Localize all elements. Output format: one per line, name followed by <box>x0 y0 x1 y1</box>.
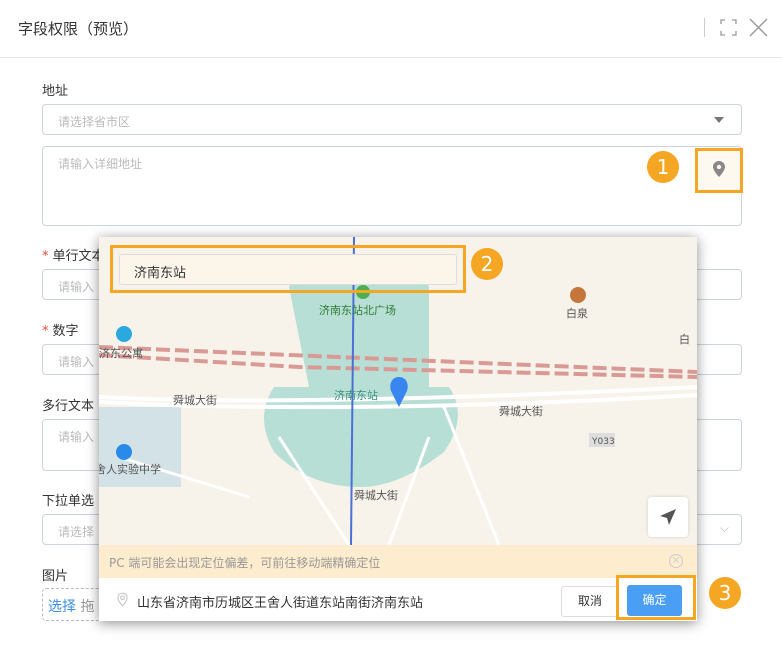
region-placeholder: 请选择省市区 <box>58 115 131 129</box>
region-select[interactable]: 请选择省市区 <box>42 104 742 135</box>
step-badge-3: 3 <box>709 577 741 609</box>
confirm-highlight: 确定 <box>616 575 696 620</box>
navigation-arrow-icon <box>660 509 676 525</box>
location-icon <box>117 592 128 607</box>
detail-placeholder: 请输入详细地址 <box>58 157 143 171</box>
map-label-street: 舜城大街 <box>354 488 398 502</box>
single-text-label: * 单行文本 <box>42 249 105 264</box>
divider <box>704 18 705 37</box>
cancel-button[interactable]: 取消 <box>561 586 619 617</box>
address-label: 地址 <box>42 84 69 99</box>
dialog-header: 字段权限（预览） <box>0 0 782 58</box>
map-label-baiquan: 白泉 <box>566 306 588 320</box>
image-select-link[interactable]: 选择 <box>48 599 76 615</box>
step-badge-1: 1 <box>647 151 679 183</box>
detail-address-textarea[interactable]: 请输入详细地址 <box>42 146 742 226</box>
map-label-road-code: Y033 <box>591 437 615 447</box>
caret-down-icon <box>714 117 724 123</box>
map-label-station: 济南东站 <box>334 388 378 402</box>
locate-me-button[interactable] <box>648 497 688 537</box>
map-picker-popup: 济南东站北广场 白泉 白 济东公寓 济南东站 舜城大街 舜城大街 舜城大街 Y0… <box>99 237 697 621</box>
map-label-north-plaza: 济南东站北广场 <box>319 303 396 317</box>
number-label: * 数字 <box>42 324 79 339</box>
popup-footer: 山东省济南市历城区王舍人街道东站南街济南东站 取消 <box>99 578 697 621</box>
map-pin-icon <box>713 161 725 177</box>
image-label: 图片 <box>42 569 69 584</box>
close-icon[interactable] <box>749 18 768 37</box>
chevron-down-icon: ⌵ <box>719 521 729 535</box>
dialog-title: 字段权限（预览） <box>18 20 139 38</box>
fullscreen-icon[interactable] <box>720 19 737 36</box>
multi-text-label: 多行文本 <box>42 399 95 414</box>
map-search-box: 济南东站 <box>110 245 466 293</box>
map-label-baiquan-2: 白 <box>679 332 690 346</box>
map-search-input[interactable]: 济南东站 <box>119 254 457 285</box>
location-warning: PC 端可能会出现定位偏差，可前往移动端精确定位 × <box>99 545 697 578</box>
map-label-street: 舜城大街 <box>499 404 543 418</box>
close-warning-icon[interactable]: × <box>669 554 683 568</box>
map-label-apartment: 济东公寓 <box>99 346 143 360</box>
map-label-street: 舜城大街 <box>173 393 217 407</box>
step-badge-2: 2 <box>471 248 503 280</box>
dropdown-label: 下拉单选 <box>42 494 95 509</box>
museum-icon <box>570 287 586 303</box>
confirm-button[interactable]: 确定 <box>627 585 682 616</box>
building-icon <box>116 326 132 342</box>
school-icon <box>116 444 132 460</box>
map-label-school: 舍人实验中学 <box>99 462 161 476</box>
map-pin-button[interactable] <box>695 148 743 193</box>
selected-address: 山东省济南市历城区王舍人街道东站南街济南东站 <box>137 596 424 611</box>
